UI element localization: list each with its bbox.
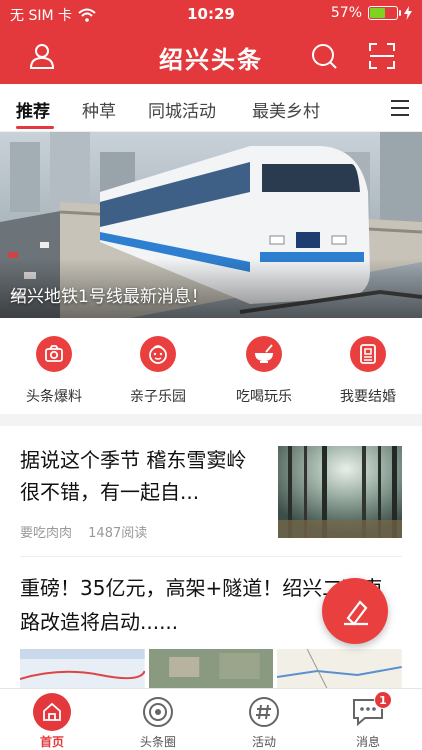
compose-button[interactable]	[322, 578, 388, 644]
nav-label: 活动	[251, 735, 276, 749]
article-read-count: 1487阅读	[88, 526, 148, 541]
article-card[interactable]: 据说这个季节 稽东雪窦岭很不错，有一起自... 要吃肉肉 1487阅读	[0, 426, 422, 556]
document-icon	[360, 344, 376, 364]
quick-link-label: 吃喝玩乐	[236, 389, 292, 405]
quick-link-label: 亲子乐园	[130, 389, 186, 405]
charging-bolt-icon	[404, 6, 412, 20]
article-meta: 要吃肉肉 1487阅读	[20, 522, 147, 541]
status-bar: 无 SIM 卡 10:29 57%	[0, 0, 422, 28]
tab-beautiful-villages[interactable]: 最美乡村	[252, 97, 320, 122]
quick-link-label: 我要结婚	[340, 389, 396, 405]
home-icon	[43, 702, 61, 721]
target-icon	[143, 697, 173, 727]
quick-link-wedding[interactable]: 我要结婚	[318, 336, 418, 406]
quick-link-food-fun[interactable]: 吃喝玩乐	[214, 336, 314, 406]
quick-link-breaking-news[interactable]: 头条爆料	[4, 336, 104, 406]
forest-image	[278, 446, 402, 538]
nav-messages[interactable]: 1 消息	[328, 691, 408, 750]
quick-link-family-park[interactable]: 亲子乐园	[108, 336, 208, 406]
quick-link-label: 头条爆料	[26, 389, 82, 405]
nav-home[interactable]: 首页	[12, 693, 92, 750]
scan-icon	[369, 43, 395, 69]
search-icon	[312, 44, 337, 69]
nav-label: 消息	[355, 735, 380, 749]
edit-icon	[344, 600, 368, 626]
featured-banner[interactable]: 绍兴地铁1号线最新消息！	[0, 132, 422, 318]
nav-activities[interactable]: 活动	[224, 693, 304, 750]
child-face-icon	[149, 345, 167, 364]
scan-button[interactable]	[364, 38, 400, 74]
active-tab-indicator	[16, 126, 54, 129]
tab-recommend[interactable]: 推荐	[16, 97, 50, 122]
nav-circle[interactable]: 头条圈	[118, 693, 198, 750]
banner-caption: 绍兴地铁1号线最新消息！	[10, 287, 208, 307]
app-header: 绍兴头条	[0, 28, 422, 84]
app-title: 绍兴头条	[159, 45, 263, 74]
bowl-icon	[255, 344, 273, 363]
nav-label: 头条圈	[139, 735, 176, 749]
article-author: 要吃肉肉	[20, 526, 73, 541]
article-image	[20, 649, 145, 689]
search-button[interactable]	[306, 38, 342, 74]
tab-zhongcao[interactable]: 种草	[82, 97, 116, 122]
menu-icon[interactable]	[388, 96, 412, 120]
unread-badge: 1	[374, 691, 392, 709]
article-image	[148, 649, 274, 689]
battery-level	[370, 8, 385, 18]
article-title: 据说这个季节 稽东雪窦岭很不错，有一起自...	[20, 448, 247, 504]
battery-percent: 57%	[330, 5, 362, 21]
article-image-strip	[20, 649, 403, 689]
hash-icon	[249, 697, 279, 727]
article-thumbnail	[278, 446, 402, 538]
tab-local-events[interactable]: 同城活动	[148, 97, 216, 122]
camera-icon	[45, 345, 63, 362]
article-image	[277, 649, 403, 689]
quick-links: 头条爆料 亲子乐园 吃喝玩乐 我要结婚	[0, 318, 422, 414]
battery-icon	[368, 6, 401, 20]
nav-label: 首页	[39, 735, 64, 749]
category-tabs: 推荐 种草 同城活动 最美乡村	[0, 84, 422, 132]
bottom-nav: 首页 头条圈 活动 1 消息	[0, 688, 422, 750]
